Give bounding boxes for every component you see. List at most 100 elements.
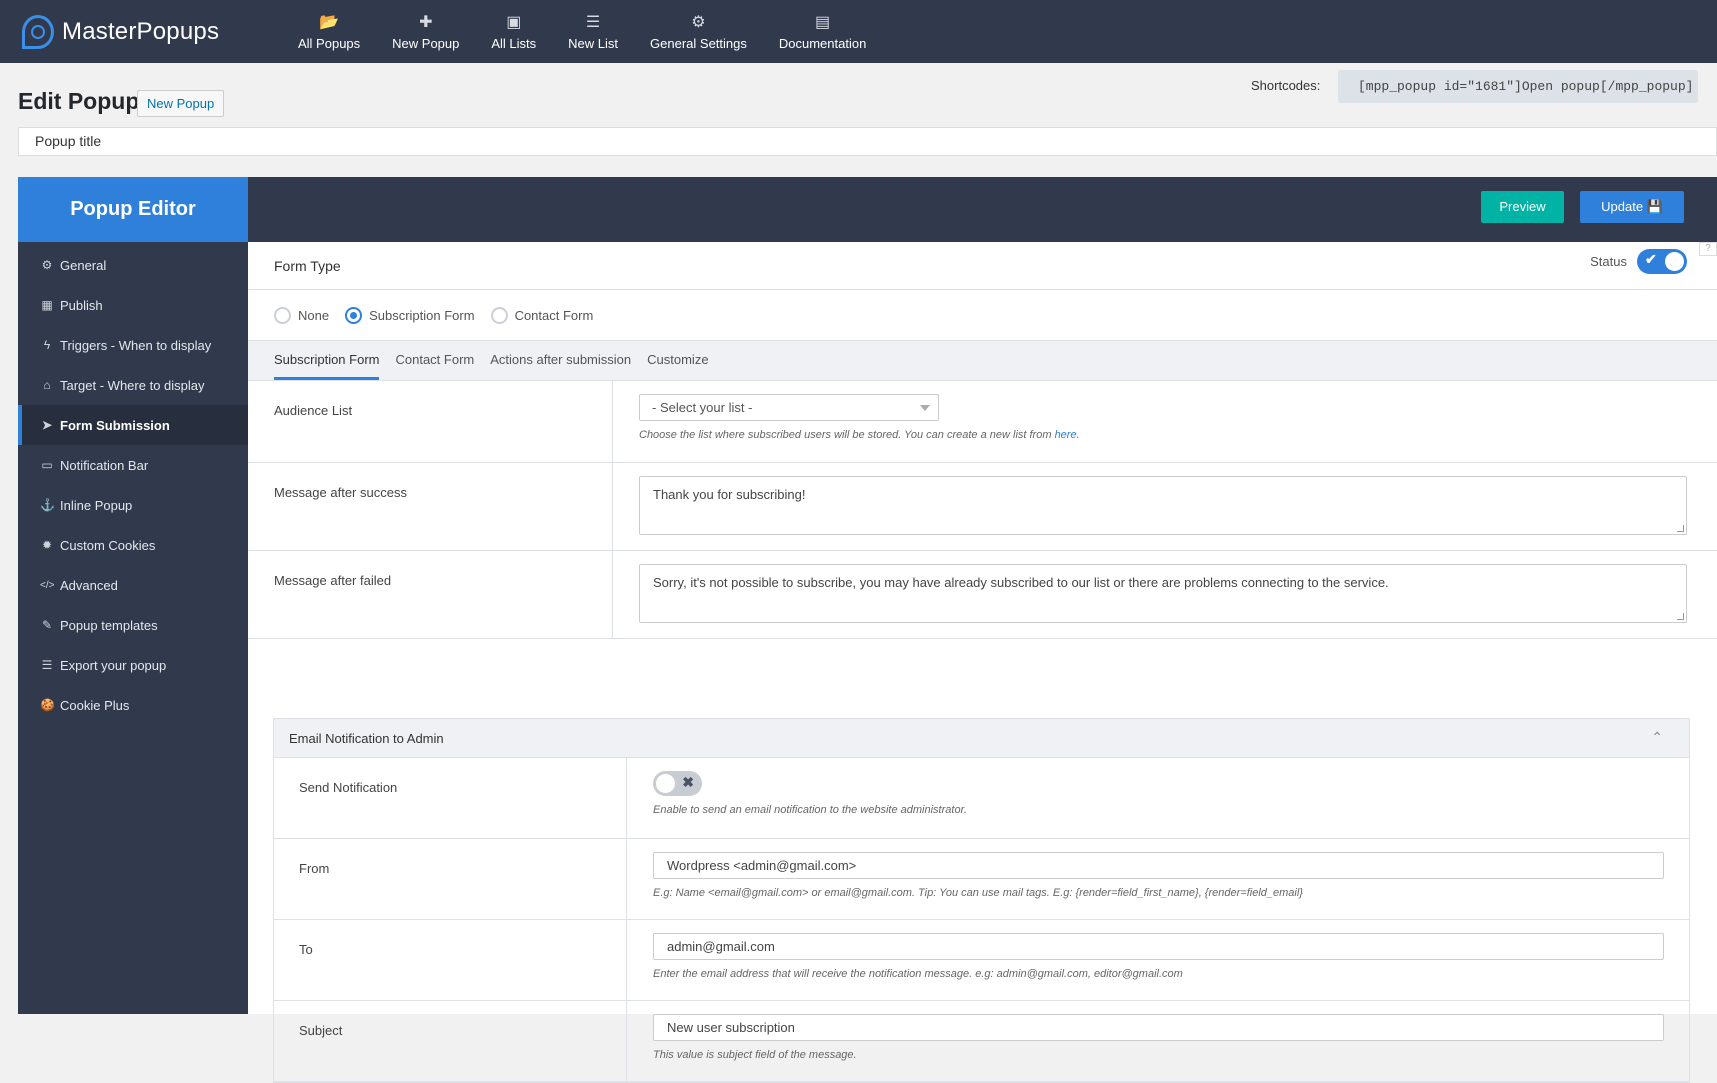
sidebar-item-cookie-plus[interactable]: 🍪 Cookie Plus xyxy=(18,685,248,725)
nav-label: New List xyxy=(568,36,619,51)
gear-icon: ⚙ xyxy=(691,14,706,31)
update-label: Update xyxy=(1601,199,1644,214)
radio-none[interactable]: None xyxy=(274,306,329,324)
send-notification-hint: Enable to send an email notification to … xyxy=(653,804,967,816)
sidebar-item-label: Form Submission xyxy=(60,417,170,433)
to-row: To admin@gmail.com Enter the email addre… xyxy=(274,920,1689,1001)
nav-all-lists[interactable]: ▣ All Lists xyxy=(475,12,552,51)
logo-icon xyxy=(22,14,54,49)
create-list-link[interactable]: here xyxy=(1055,429,1077,441)
failed-message-textarea[interactable]: Sorry, it's not possible to subscribe, y… xyxy=(639,564,1687,623)
sidebar-item-label: Popup templates xyxy=(60,617,158,633)
to-label: To xyxy=(274,920,627,1000)
from-input[interactable]: Wordpress <admin@gmail.com> xyxy=(653,852,1664,879)
popup-editor: Popup Editor Preview Update 💾 ⚙ General ▦… xyxy=(18,177,1717,1083)
success-message-row: Message after success Thank you for subs… xyxy=(248,463,1717,551)
tab-contact-form[interactable]: Contact Form xyxy=(395,352,474,380)
close-icon: ✖ xyxy=(682,774,694,790)
from-row: From Wordpress <admin@gmail.com> E.g: Na… xyxy=(274,839,1689,920)
nav-label: All Lists xyxy=(491,36,537,51)
sidebar-item-label: Notification Bar xyxy=(60,457,149,473)
audience-list-hint: Choose the list where subscribed users w… xyxy=(639,429,1080,441)
tab-actions-after-submission[interactable]: Actions after submission xyxy=(490,352,631,380)
plus-icon: ✚ xyxy=(419,14,433,31)
form-type-label: Form Type xyxy=(274,257,341,274)
editor-content: Form Type Status ✔ None Subscription For… xyxy=(248,242,1717,1083)
sidebar-item-custom-cookies[interactable]: ✹ Custom Cookies xyxy=(18,525,248,565)
sidebar-item-form-submission[interactable]: ➤ Form Submission xyxy=(18,405,248,445)
editor-sidebar: ⚙ General ▦ Publish ϟ Triggers - When to di… xyxy=(18,242,248,1014)
top-navigation-bar: MasterPopups 📂 All Popups ✚ New Popup ▣ All… xyxy=(0,0,1717,63)
tab-customize[interactable]: Customize xyxy=(647,352,708,380)
audience-list-select[interactable]: - Select your list - xyxy=(639,394,939,421)
status-toggle[interactable]: ✔ xyxy=(1637,249,1687,274)
update-button[interactable]: Update 💾 xyxy=(1580,191,1684,223)
sidebar-item-label: Cookie Plus xyxy=(60,697,130,713)
nav-label: All Popups xyxy=(298,36,361,51)
logo-text: MasterPopups xyxy=(62,17,220,45)
nav-documentation[interactable]: ▤ Documentation xyxy=(763,12,882,51)
sidebar-item-advanced[interactable]: </> Advanced xyxy=(18,565,248,605)
subject-input[interactable]: New user subscription xyxy=(653,1014,1664,1041)
document-icon: ▤ xyxy=(815,14,831,31)
email-notification-panel: Email Notification to Admin ⌃ Send Notif… xyxy=(273,718,1690,1083)
subject-hint: This value is subject field of the messa… xyxy=(653,1049,857,1061)
new-popup-button[interactable]: New Popup xyxy=(137,90,225,117)
shortcode-box[interactable]: [mpp_popup id="1681"]Open popup[/mpp_pop… xyxy=(1338,70,1698,103)
nav-label: General Settings xyxy=(650,36,747,51)
nav-all-popups[interactable]: 📂 All Popups xyxy=(282,12,376,51)
sidebar-item-inline-popup[interactable]: ⚓ Inline Popup xyxy=(18,485,248,525)
nav-general-settings[interactable]: ⚙ General Settings xyxy=(634,12,763,51)
chevron-up-icon[interactable]: ⌃ xyxy=(1651,729,1663,746)
to-hint: Enter the email address that will receiv… xyxy=(653,968,1183,980)
audience-list-label: Audience List xyxy=(248,381,613,462)
popup-title-input[interactable]: Popup title xyxy=(18,127,1717,156)
radio-label: Contact Form xyxy=(514,307,594,323)
shortcodes-label: Shortcodes: xyxy=(1251,78,1321,93)
from-label: From xyxy=(274,839,627,919)
sidebar-item-target[interactable]: ⌂ Target - Where to display xyxy=(18,365,248,405)
success-message-textarea[interactable]: Thank you for subscribing! xyxy=(639,476,1687,535)
check-icon: ✔ xyxy=(1645,251,1657,267)
radio-label: Subscription Form xyxy=(369,307,475,323)
to-input[interactable]: admin@gmail.com xyxy=(653,933,1664,960)
home-icon: ⌂ xyxy=(43,378,51,392)
nav-new-list[interactable]: ☰ New List xyxy=(552,12,634,51)
sidebar-item-popup-templates[interactable]: ✎ Popup templates xyxy=(18,605,248,645)
tab-subscription-form[interactable]: Subscription Form xyxy=(274,352,380,380)
brush-icon: ✎ xyxy=(41,618,53,632)
chevron-down-icon xyxy=(920,405,930,411)
logo[interactable]: MasterPopups xyxy=(22,14,282,49)
sidebar-item-label: Triggers - When to display xyxy=(60,337,212,353)
credit-card-icon: ▭ xyxy=(41,458,53,472)
sidebar-item-notification-bar[interactable]: ▭ Notification Bar xyxy=(18,445,248,485)
nav-new-popup[interactable]: ✚ New Popup xyxy=(376,12,475,51)
bolt-icon: ϟ xyxy=(43,338,51,352)
sidebar-item-general[interactable]: ⚙ General xyxy=(18,245,248,285)
page-title: Edit Popup xyxy=(18,88,140,114)
sidebar-item-label: Publish xyxy=(60,297,103,313)
cookie-icon: ✹ xyxy=(41,538,53,552)
radio-contact-form[interactable]: Contact Form xyxy=(490,306,594,324)
form-type-radios: None Subscription Form Contact Form xyxy=(248,290,1717,341)
form-tabs: Subscription Form Contact Form Actions a… xyxy=(248,341,1717,381)
code-icon: </> xyxy=(40,579,55,591)
sidebar-item-label: Inline Popup xyxy=(60,497,133,513)
sidebar-item-export[interactable]: ☰ Export your popup xyxy=(18,645,248,685)
email-notification-header[interactable]: Email Notification to Admin ⌃ xyxy=(274,719,1689,758)
panel-title: Email Notification to Admin xyxy=(289,730,444,746)
list-icon: ☰ xyxy=(585,14,601,31)
sidebar-item-triggers[interactable]: ϟ Triggers - When to display xyxy=(18,325,248,365)
anchor-icon: ⚓ xyxy=(40,498,55,512)
subject-row: Subject New user subscription This value… xyxy=(274,1001,1689,1082)
send-notification-row: Send Notification ✖ Enable to send an em… xyxy=(274,758,1689,839)
nav-label: New Popup xyxy=(392,36,460,51)
preview-button[interactable]: Preview xyxy=(1481,191,1564,223)
send-notification-label: Send Notification xyxy=(274,758,627,838)
sidebar-item-publish[interactable]: ▦ Publish xyxy=(18,285,248,325)
failed-message-label: Message after failed xyxy=(248,551,613,638)
success-message-label: Message after success xyxy=(248,463,613,550)
send-notification-toggle[interactable]: ✖ xyxy=(653,771,702,796)
nav-label: Documentation xyxy=(778,36,867,51)
radio-subscription-form[interactable]: Subscription Form xyxy=(345,306,475,324)
